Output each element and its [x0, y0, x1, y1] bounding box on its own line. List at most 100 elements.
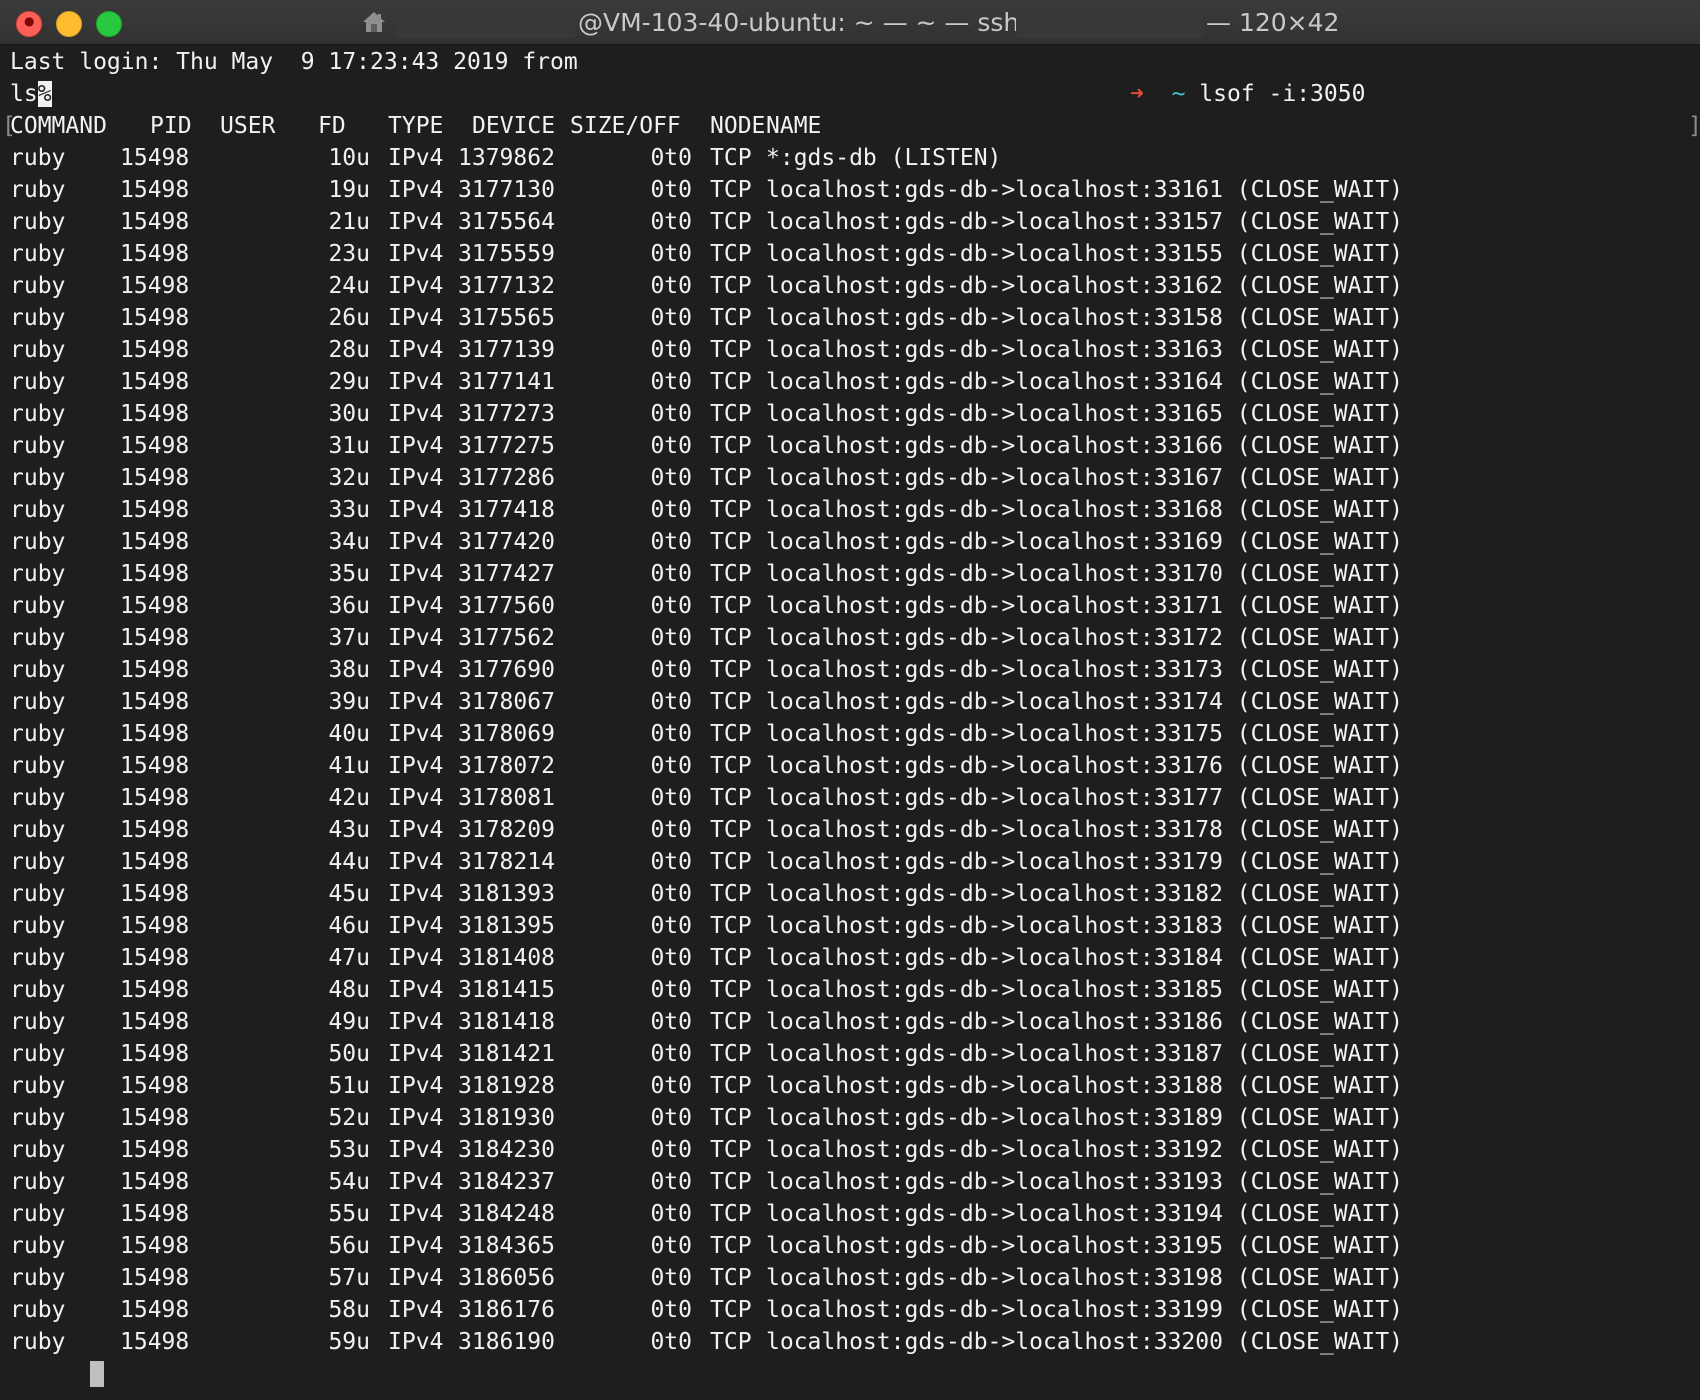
cell-fd: 47u [328, 945, 370, 971]
cell-node: TCP [710, 465, 752, 491]
header-pid: PID [150, 113, 192, 139]
cell-node: TCP [710, 369, 752, 395]
cell-size: 0t0 [650, 785, 692, 811]
cell-size: 0t0 [650, 1233, 692, 1259]
cell-device: 3178069 [458, 721, 555, 747]
cell-node: TCP [710, 1009, 752, 1035]
cell-fd: 52u [328, 1105, 370, 1131]
cell-name: *:gds-db (LISTEN) [766, 145, 1002, 171]
cell-node: TCP [710, 785, 752, 811]
cell-size: 0t0 [650, 1105, 692, 1131]
cell-name: localhost:gds-db->localhost:33170 (CLOSE… [766, 561, 1403, 587]
table-row: ruby 15498 23u IPv4 3175559 0t0 TCP localhost:g… [10, 238, 1690, 270]
cell-device: 3177427 [458, 561, 555, 587]
cell-name: localhost:gds-db->localhost:33155 (CLOSE… [766, 241, 1403, 267]
table-row: ruby 15498 47u IPv4 3181408 0t0 TCP localhost:g… [10, 942, 1690, 974]
cell-name: localhost:gds-db->localhost:33182 (CLOSE… [766, 881, 1403, 907]
cell-node: TCP [710, 689, 752, 715]
cell-node: TCP [710, 305, 752, 331]
current-prompt-line[interactable]: ➜ ~ [10, 1358, 210, 1400]
cell-command: ruby [10, 337, 66, 363]
cell-pid: 15498 [120, 401, 190, 427]
cell-device: 3186056 [458, 1265, 555, 1291]
cell-command: ruby [10, 753, 66, 779]
title-bar[interactable]: @VM-103-40-ubuntu: ~ — ~ — ssh — 120×42 [0, 0, 1700, 45]
table-row: ruby 15498 40u IPv4 3178069 0t0 TCP localhost:g… [10, 718, 1690, 750]
header-type: TYPE [388, 113, 444, 139]
cell-type: IPv4 [388, 305, 444, 331]
cell-node: TCP [710, 433, 752, 459]
cell-name: localhost:gds-db->localhost:33158 (CLOSE… [766, 305, 1403, 331]
cell-size: 0t0 [650, 657, 692, 683]
cell-type: IPv4 [388, 529, 444, 555]
cell-name: localhost:gds-db->localhost:33200 (CLOSE… [766, 1329, 1403, 1355]
cell-command: ruby [10, 1265, 66, 1291]
cell-device: 3184248 [458, 1201, 555, 1227]
cell-fd: 51u [328, 1073, 370, 1099]
header-size: SIZE/OFF [570, 113, 681, 139]
cell-node: TCP [710, 561, 752, 587]
cell-fd: 31u [328, 433, 370, 459]
cell-command: ruby [10, 1233, 66, 1259]
zoom-window-button[interactable] [96, 11, 122, 37]
cell-name: localhost:gds-db->localhost:33163 (CLOSE… [766, 337, 1403, 363]
header-command: COMMAND [10, 113, 107, 139]
close-window-button[interactable] [16, 11, 42, 37]
cell-node: TCP [710, 1169, 752, 1195]
cell-pid: 15498 [120, 209, 190, 235]
cell-size: 0t0 [650, 465, 692, 491]
cell-fd: 56u [328, 1233, 370, 1259]
cell-type: IPv4 [388, 561, 444, 587]
cell-fd: 49u [328, 1009, 370, 1035]
cell-pid: 15498 [120, 145, 190, 171]
cell-size: 0t0 [650, 753, 692, 779]
cell-device: 3178072 [458, 753, 555, 779]
cell-node: TCP [710, 1297, 752, 1323]
cell-size: 0t0 [650, 433, 692, 459]
cell-pid: 15498 [120, 273, 190, 299]
cell-fd: 19u [328, 177, 370, 203]
cell-fd: 28u [328, 337, 370, 363]
cell-type: IPv4 [388, 593, 444, 619]
cell-pid: 15498 [120, 849, 190, 875]
cell-command: ruby [10, 177, 66, 203]
terminal-content[interactable]: Last login: Thu May 9 17:23:43 2019 from… [0, 46, 1700, 1400]
table-row: ruby 15498 26u IPv4 3175565 0t0 TCP localhost:g… [10, 302, 1690, 334]
cell-size: 0t0 [650, 1265, 692, 1291]
cell-pid: 15498 [120, 177, 190, 203]
cell-device: 3181395 [458, 913, 555, 939]
cell-fd: 46u [328, 913, 370, 939]
cell-command: ruby [10, 881, 66, 907]
minimize-window-button[interactable] [56, 11, 82, 37]
cell-node: TCP [710, 657, 752, 683]
cell-type: IPv4 [388, 177, 444, 203]
cell-pid: 15498 [120, 337, 190, 363]
cell-device: 3177141 [458, 369, 555, 395]
cell-device: 3177418 [458, 497, 555, 523]
cell-size: 0t0 [650, 241, 692, 267]
cell-pid: 15498 [120, 593, 190, 619]
typed-input-line: ls% [10, 78, 52, 110]
cell-size: 0t0 [650, 1073, 692, 1099]
cell-pid: 15498 [120, 1233, 190, 1259]
cell-pid: 15498 [120, 1169, 190, 1195]
window-size-label: — 120×42 [1206, 8, 1340, 37]
cell-name: localhost:gds-db->localhost:33184 (CLOSE… [766, 945, 1403, 971]
cell-node: TCP [710, 881, 752, 907]
cell-node: TCP [710, 625, 752, 651]
cell-name: localhost:gds-db->localhost:33164 (CLOSE… [766, 369, 1403, 395]
table-row: ruby 15498 36u IPv4 3177560 0t0 TCP localhost:g… [10, 590, 1690, 622]
cell-node: TCP [710, 1329, 752, 1355]
table-row: ruby 15498 58u IPv4 3186176 0t0 TCP localhost:g… [10, 1294, 1690, 1326]
cell-command: ruby [10, 625, 66, 651]
cell-node: TCP [710, 145, 752, 171]
cell-fd: 55u [328, 1201, 370, 1227]
table-row: ruby 15498 45u IPv4 3181393 0t0 TCP localhost:g… [10, 878, 1690, 910]
cell-command: ruby [10, 1169, 66, 1195]
cell-pid: 15498 [120, 1297, 190, 1323]
cell-command: ruby [10, 913, 66, 939]
cell-size: 0t0 [650, 1169, 692, 1195]
table-row: ruby 15498 21u IPv4 3175564 0t0 TCP localhost:g… [10, 206, 1690, 238]
cell-fd: 53u [328, 1137, 370, 1163]
cell-size: 0t0 [650, 881, 692, 907]
